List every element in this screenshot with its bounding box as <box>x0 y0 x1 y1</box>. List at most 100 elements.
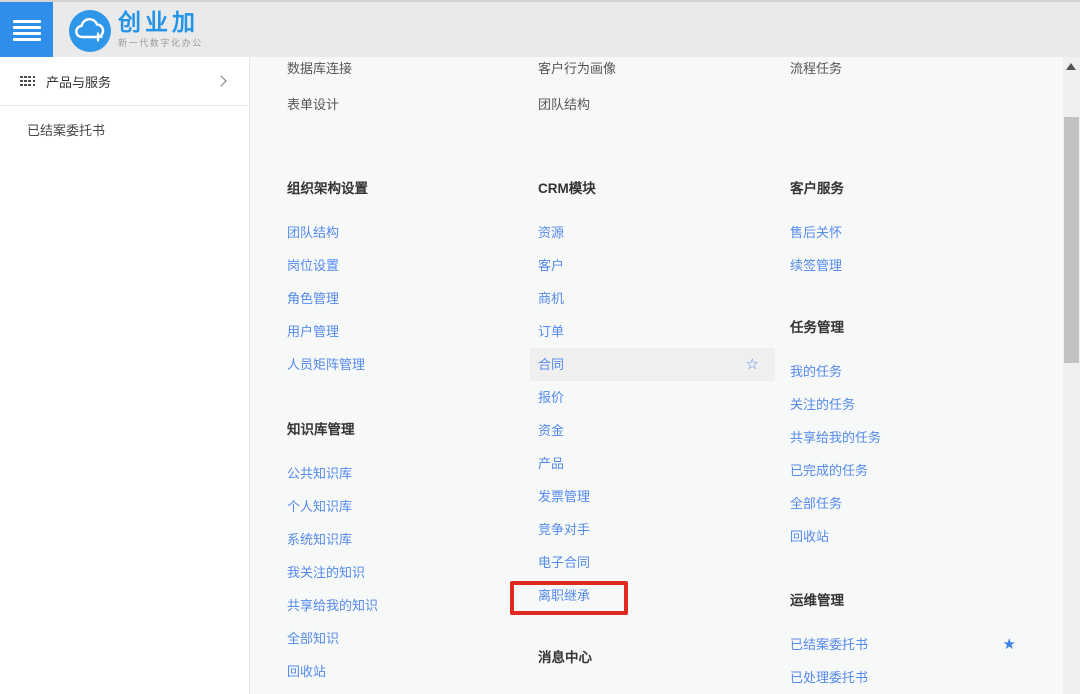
menu-item-label: 人员矩阵管理 <box>287 357 365 372</box>
sidebar: 产品与服务 已结案委托书 <box>0 57 250 694</box>
menu-item[interactable]: 共享给我的知识 <box>287 589 519 622</box>
menu-item-label: 资源 <box>538 225 564 240</box>
menu-item[interactable]: 我关注的知识 <box>287 556 519 589</box>
menu-item-label: 团队结构 <box>538 97 590 112</box>
hamburger-icon <box>13 18 41 44</box>
menu-item[interactable]: 商机 <box>538 282 770 315</box>
menu-item-label: 已处理委托书 <box>790 670 868 685</box>
menu-item[interactable]: 电子合同 <box>538 546 770 579</box>
menu-item[interactable]: 公共知识库 <box>287 457 519 490</box>
menu-item[interactable]: 团队结构 <box>287 216 519 249</box>
menu-panel: 数据库连接表单设计组织架构设置团队结构岗位设置角色管理用户管理人员矩阵管理知识库… <box>250 57 1080 694</box>
menu-item-label: 商机 <box>538 291 564 306</box>
hamburger-menu-button[interactable] <box>0 2 53 59</box>
menu-item-label: 系统知识库 <box>287 532 352 547</box>
menu-item-label: 关注的任务 <box>790 397 855 412</box>
menu-item[interactable]: 竞争对手 <box>538 513 770 546</box>
scroll-up-arrow-icon[interactable] <box>1066 63 1076 70</box>
menu-item-label: 表单设计 <box>287 97 339 112</box>
menu-item[interactable]: 全部任务 <box>790 487 1022 520</box>
menu-item-label: 全部任务 <box>790 496 842 511</box>
menu-item[interactable]: 团队结构 <box>538 87 770 123</box>
menu-item[interactable]: 客户行为画像 <box>538 57 770 87</box>
sidebar-item-products-services[interactable]: 产品与服务 <box>0 57 249 106</box>
menu-item[interactable]: 系统知识库 <box>287 523 519 556</box>
menu-item-label: 我的任务 <box>790 364 842 379</box>
menu-section: 知识库管理公共知识库个人知识库系统知识库我关注的知识共享给我的知识全部知识回收站 <box>287 413 519 688</box>
menu-section: 客户服务售后关怀续签管理 <box>790 172 1022 282</box>
section-title: 任务管理 <box>790 311 1022 345</box>
menu-item[interactable]: 资源 <box>538 216 770 249</box>
menu-item-label: 回收站 <box>790 529 829 544</box>
section-title: 组织架构设置 <box>287 172 519 206</box>
section-title: CRM模块 <box>538 172 770 206</box>
menu-section: 组织架构设置团队结构岗位设置角色管理用户管理人员矩阵管理 <box>287 172 519 381</box>
menu-item[interactable]: 订单 <box>538 315 770 348</box>
section-title: 消息中心 <box>538 641 770 675</box>
menu-item[interactable]: 发票管理 <box>538 480 770 513</box>
vertical-scrollbar <box>1063 57 1080 694</box>
menu-section: 客户行为画像团队结构 <box>538 57 770 123</box>
sidebar-item-label: 产品与服务 <box>46 72 217 91</box>
menu-item[interactable]: 已处理委托书 <box>790 661 1022 694</box>
scrollbar-thumb[interactable] <box>1064 117 1079 363</box>
menu-section: 数据库连接表单设计 <box>287 57 519 123</box>
brand-tagline: 新一代数字化办公 <box>118 36 203 49</box>
chevron-right-icon <box>215 75 226 86</box>
menu-item[interactable]: 已完成的任务 <box>790 454 1022 487</box>
menu-item[interactable]: 资金 <box>538 414 770 447</box>
menu-item[interactable]: 续签管理 <box>790 249 1022 282</box>
menu-item[interactable]: 角色管理 <box>287 282 519 315</box>
section-title: 知识库管理 <box>287 413 519 447</box>
menu-item-label: 共享给我的任务 <box>790 430 881 445</box>
cloud-logo-icon <box>68 9 112 53</box>
star-outline-icon[interactable]: ☆ <box>746 348 759 381</box>
menu-item-label: 续签管理 <box>790 258 842 273</box>
menu-item[interactable]: 回收站 <box>790 520 1022 553</box>
menu-item[interactable]: 离职继承 <box>538 579 770 612</box>
menu-item[interactable]: 人员矩阵管理 <box>287 348 519 381</box>
menu-item[interactable]: 流程任务 <box>790 57 1022 87</box>
menu-item[interactable]: 关注的任务 <box>790 388 1022 421</box>
menu-item[interactable]: 用户管理 <box>287 315 519 348</box>
menu-item-label: 回收站 <box>287 664 326 679</box>
apps-grid-icon <box>20 76 34 87</box>
star-filled-icon[interactable]: ★ <box>1003 628 1016 661</box>
menu-item[interactable]: 报价 <box>538 381 770 414</box>
menu-section: 流程任务 <box>790 57 1022 87</box>
menu-item[interactable]: 客户 <box>538 249 770 282</box>
menu-item[interactable]: 表单设计 <box>287 87 519 123</box>
menu-item[interactable]: 岗位设置 <box>287 249 519 282</box>
app-header: 创业加 新一代数字化办公 <box>0 0 1080 57</box>
menu-section: 运维管理已结案委托书★已处理委托书 <box>790 584 1022 694</box>
menu-item-label: 订单 <box>538 324 564 339</box>
section-title: 客户服务 <box>790 172 1022 206</box>
menu-item[interactable]: 售后关怀 <box>790 216 1022 249</box>
sidebar-item-closed-poa[interactable]: 已结案委托书 <box>0 106 249 146</box>
menu-item-label: 产品 <box>538 456 564 471</box>
menu-item-label: 发票管理 <box>538 489 590 504</box>
menu-item[interactable]: 个人知识库 <box>287 490 519 523</box>
menu-item-label: 用户管理 <box>287 324 339 339</box>
menu-item-label: 报价 <box>538 390 564 405</box>
menu-item-label: 已结案委托书 <box>790 637 868 652</box>
menu-item[interactable]: 全部知识 <box>287 622 519 655</box>
menu-item[interactable]: 我的任务 <box>790 355 1022 388</box>
menu-item[interactable]: 产品 <box>538 447 770 480</box>
brand-title: 创业加 <box>118 9 203 35</box>
menu-item-label: 电子合同 <box>538 555 590 570</box>
menu-item[interactable]: 共享给我的任务 <box>790 421 1022 454</box>
menu-item-label: 流程任务 <box>790 61 842 76</box>
menu-item[interactable]: 回收站 <box>287 655 519 688</box>
brand-logo: 创业加 新一代数字化办公 <box>68 9 203 53</box>
menu-item[interactable]: 合同 ☆ <box>530 348 775 381</box>
menu-item-label: 客户 <box>538 258 564 273</box>
menu-item-label: 个人知识库 <box>287 499 352 514</box>
menu-section: 消息中心 <box>538 641 770 685</box>
menu-item[interactable]: 已结案委托书 ★ <box>790 628 1022 661</box>
menu-item-label: 公共知识库 <box>287 466 352 481</box>
menu-item-label: 合同 <box>538 357 564 372</box>
menu-item-label: 已完成的任务 <box>790 463 868 478</box>
menu-item-label: 共享给我的知识 <box>287 598 378 613</box>
menu-item[interactable]: 数据库连接 <box>287 57 519 87</box>
